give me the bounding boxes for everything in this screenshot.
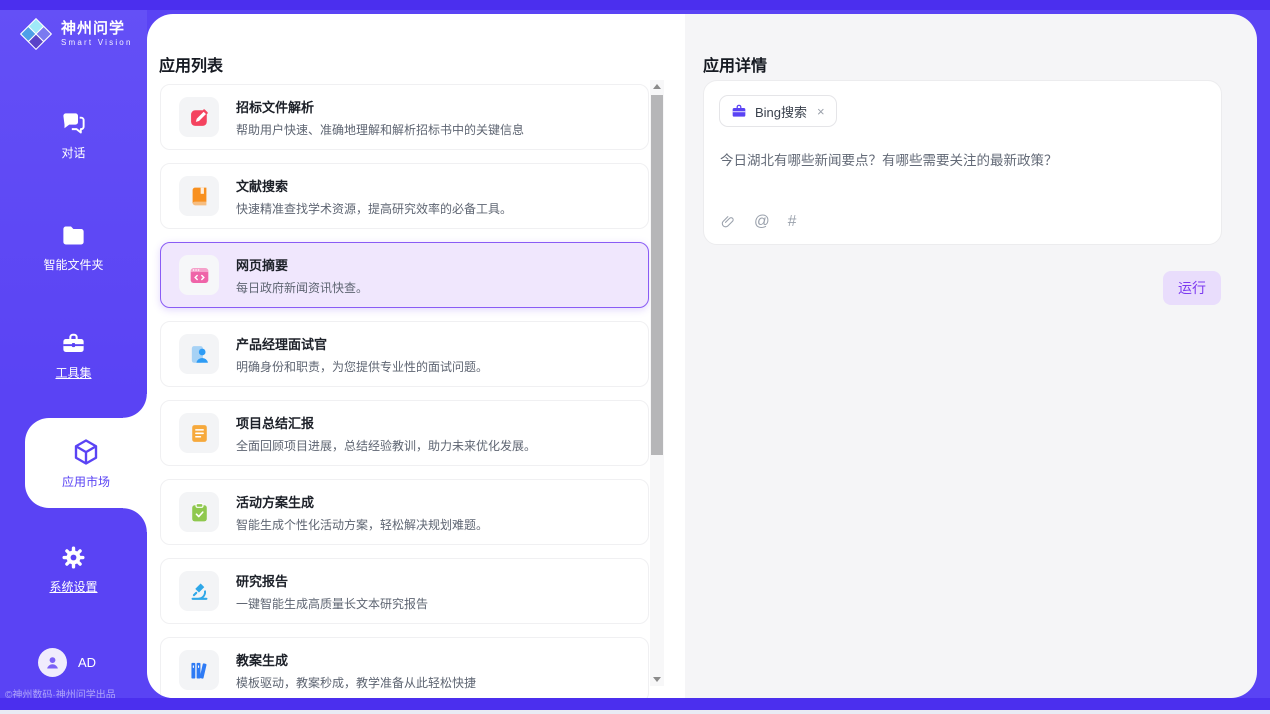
app-card[interactable]: 研究报告一键智能生成高质量长文本研究报告 xyxy=(160,558,649,624)
user-name: AD xyxy=(78,655,96,670)
user-icon xyxy=(44,654,61,671)
app-card-desc: 明确身份和职责，为您提供专业性的面试问题。 xyxy=(236,358,488,375)
app-card-title: 文献搜索 xyxy=(236,176,512,195)
app-card[interactable]: 教案生成模板驱动，教案秒成，教学准备从此轻松快捷 xyxy=(160,637,649,698)
query-text[interactable]: 今日湖北有哪些新闻要点？有哪些需要关注的最新政策？ xyxy=(720,151,1207,171)
avatar xyxy=(38,648,67,677)
app-card-desc: 智能生成个性化活动方案，轻松解决规划难题。 xyxy=(236,516,488,533)
app-card[interactable]: 活动方案生成智能生成个性化活动方案，轻松解决规划难题。 xyxy=(160,479,649,545)
note-icon xyxy=(179,413,219,453)
sidebar-item-label: 系统设置 xyxy=(49,578,97,595)
scroll-up-arrow[interactable] xyxy=(650,80,664,93)
sidebar-item-label: 工具集 xyxy=(55,364,91,381)
hash-tag-icon[interactable]: # xyxy=(788,213,797,231)
sidebar-item-label: 对话 xyxy=(61,144,85,161)
input-toolbar: @ # xyxy=(720,213,796,231)
brand-logo: 神州问学 Smart Vision xyxy=(18,16,133,52)
brand-subtitle: Smart Vision xyxy=(61,38,133,47)
sidebar-item-label: 应用市场 xyxy=(62,473,110,490)
gem-logo-icon xyxy=(18,16,54,52)
main-content: 应用列表 招标文件解析帮助用户快速、准确地理解和解析招标书中的关键信息文献搜索快… xyxy=(147,14,1257,698)
paperclip-icon[interactable] xyxy=(720,214,736,230)
user-account[interactable]: AD xyxy=(38,648,96,677)
window-top-strip xyxy=(0,0,1270,10)
app-list-panel: 应用列表 招标文件解析帮助用户快速、准确地理解和解析招标书中的关键信息文献搜索快… xyxy=(147,14,685,698)
window-bottom-strip xyxy=(0,698,1270,710)
sidebar: 神州问学 Smart Vision 对话 智能文件夹 工具集 应用市场 xyxy=(0,0,147,714)
app-card-title: 产品经理面试官 xyxy=(236,334,488,353)
microscope-icon xyxy=(179,571,219,611)
sidebar-item-toolset[interactable]: 工具集 xyxy=(0,330,147,381)
app-card-desc: 模板驱动，教案秒成，教学准备从此轻松快捷 xyxy=(236,674,476,691)
tool-chip-bing-search[interactable]: Bing搜索 × xyxy=(719,95,837,127)
app-card[interactable]: 招标文件解析帮助用户快速、准确地理解和解析招标书中的关键信息 xyxy=(160,84,649,150)
app-card-title: 招标文件解析 xyxy=(236,97,524,116)
app-card-desc: 全面回顾项目进展，总结经验教训，助力未来优化发展。 xyxy=(236,437,536,454)
sidebar-item-smart-folder[interactable]: 智能文件夹 xyxy=(0,222,147,273)
edit-square-icon xyxy=(179,97,219,137)
sidebar-item-chat[interactable]: 对话 xyxy=(0,110,147,161)
mention-at-icon[interactable]: @ xyxy=(754,213,770,231)
brand-name: 神州问学 xyxy=(61,21,133,38)
app-card-list: 招标文件解析帮助用户快速、准确地理解和解析招标书中的关键信息文献搜索快速精准查找… xyxy=(160,84,649,698)
app-card-title: 项目总结汇报 xyxy=(236,413,536,432)
app-card-desc: 帮助用户快速、准确地理解和解析招标书中的关键信息 xyxy=(236,121,524,138)
run-button[interactable]: 运行 xyxy=(1163,271,1221,305)
books-icon xyxy=(179,650,219,690)
interviewer-icon xyxy=(179,334,219,374)
app-card[interactable]: 文献搜索快速精准查找学术资源，提高研究效率的必备工具。 xyxy=(160,163,649,229)
briefcase-icon xyxy=(731,103,747,119)
book-icon xyxy=(179,176,219,216)
app-list-title: 应用列表 xyxy=(159,52,223,76)
clipboard-check-icon xyxy=(179,492,219,532)
chat-icon xyxy=(60,110,87,137)
toolbox-icon xyxy=(60,330,87,357)
scrollbar-thumb[interactable] xyxy=(651,95,663,455)
app-card-title: 活动方案生成 xyxy=(236,492,488,511)
scroll-down-arrow[interactable] xyxy=(650,673,664,686)
window-bottom-edge xyxy=(0,710,1270,714)
app-detail-title: 应用详情 xyxy=(703,52,767,76)
app-list-scrollbar[interactable] xyxy=(650,80,664,686)
chip-close-icon[interactable]: × xyxy=(817,105,825,118)
folder-icon xyxy=(60,222,87,249)
gear-icon xyxy=(60,544,87,571)
app-card-desc: 每日政府新闻资讯快查。 xyxy=(236,279,368,296)
sidebar-item-settings[interactable]: 系统设置 xyxy=(0,544,147,595)
app-card-desc: 快速精准查找学术资源，提高研究效率的必备工具。 xyxy=(236,200,512,217)
app-card-title: 网页摘要 xyxy=(236,255,368,274)
app-card-desc: 一键智能生成高质量长文本研究报告 xyxy=(236,595,428,612)
cube-icon xyxy=(71,437,101,467)
app-card-title: 研究报告 xyxy=(236,571,428,590)
sidebar-item-label: 智能文件夹 xyxy=(43,256,103,273)
app-card-title: 教案生成 xyxy=(236,650,476,669)
sidebar-item-app-market[interactable]: 应用市场 xyxy=(25,418,147,508)
app-card[interactable]: 项目总结汇报全面回顾项目进展，总结经验教训，助力未来优化发展。 xyxy=(160,400,649,466)
app-card[interactable]: 产品经理面试官明确身份和职责，为您提供专业性的面试问题。 xyxy=(160,321,649,387)
app-detail-panel: 应用详情 Bing搜索 × 今日湖北有哪些新闻要点？有哪些需要关注的最新政策？ … xyxy=(685,14,1257,698)
query-input-card[interactable]: Bing搜索 × 今日湖北有哪些新闻要点？有哪些需要关注的最新政策？ @ # xyxy=(703,80,1222,245)
browser-code-icon xyxy=(179,255,219,295)
tool-chip-label: Bing搜索 xyxy=(755,102,807,121)
app-card[interactable]: 网页摘要每日政府新闻资讯快查。 xyxy=(160,242,649,308)
